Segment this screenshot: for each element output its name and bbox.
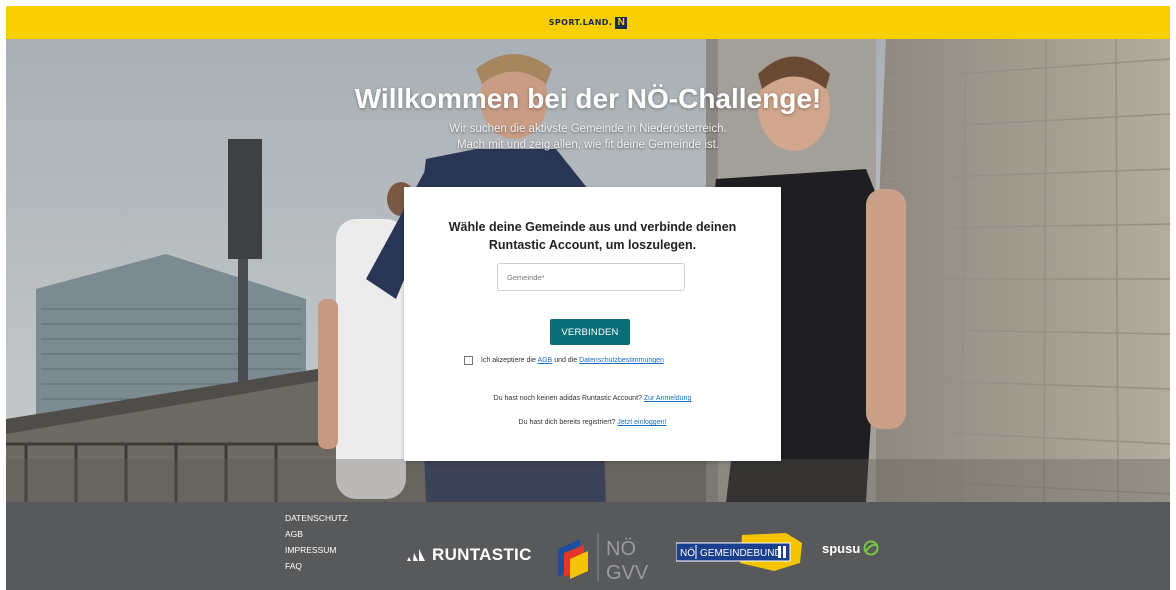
- noe-gemeindebund-logo[interactable]: NÖ GEMEINDEBUND: [675, 533, 806, 576]
- gvv-line2: GVV: [606, 562, 649, 583]
- card-title: Wähle deine Gemeinde aus und verbinde de…: [448, 220, 737, 252]
- sportland-logo[interactable]: SPORT.LAND. N: [548, 16, 628, 29]
- no-account-row: Du hast noch keinen adidas Runtastic Acc…: [404, 395, 781, 402]
- consent-prefix: Ich akzeptiere die: [481, 357, 536, 364]
- gvv-line1: NÖ: [606, 538, 636, 560]
- hero-title: Willkommen bei der NÖ-Challenge!: [354, 83, 822, 114]
- registered-row: Du hast dich bereits registriert? Jetzt …: [404, 419, 781, 426]
- register-link[interactable]: Zur Anmeldung: [644, 395, 691, 402]
- spusu-logo[interactable]: spusu: [822, 540, 879, 556]
- noe-gvv-logo[interactable]: NÖ GVV: [554, 531, 666, 588]
- connect-card: Wähle deine Gemeinde aus und verbinde de…: [404, 187, 781, 461]
- login-link[interactable]: Jetzt einloggen!: [617, 419, 666, 426]
- adidas-icon: [407, 549, 425, 561]
- hero-section: Willkommen bei der NÖ-Challenge! Wir suc…: [6, 39, 1170, 502]
- gemeindebund-part1: NÖ: [680, 547, 695, 559]
- runtastic-logo[interactable]: RUNTASTIC: [406, 545, 532, 565]
- hero-subtitle: Wir suchen die aktivste Gemeinde in Nied…: [6, 121, 1170, 153]
- consent-text: Ich akzeptiere die AGB und die Datenschu…: [481, 357, 664, 364]
- page-frame: SPORT.LAND. N Willkommen bei der NÖ-Chal…: [6, 6, 1170, 590]
- footer: DATENSCHUTZ AGB IMPRESSUM FAQ RUNTASTIC …: [6, 502, 1170, 590]
- noe-gvv-logo-graphic: NÖ GVV: [558, 533, 649, 584]
- consent-row: Ich akzeptiere die AGB und die Datenschu…: [464, 356, 744, 365]
- connect-button[interactable]: VERBINDEN: [550, 319, 630, 345]
- brand-text: SPORT.LAND.: [548, 18, 613, 27]
- top-bar: SPORT.LAND. N: [6, 6, 1170, 39]
- footer-link-impressum[interactable]: IMPRESSUM: [285, 544, 348, 556]
- municipality-input[interactable]: [497, 263, 685, 291]
- hero-subtitle-line2: Mach mit und zeig allen, wie fit deine G…: [456, 139, 720, 151]
- brand-logo-icon: N: [615, 16, 628, 29]
- footer-links: DATENSCHUTZ AGB IMPRESSUM FAQ: [285, 512, 348, 572]
- spusu-logo-text: spusu: [822, 540, 861, 556]
- agb-link[interactable]: AGB: [537, 357, 552, 364]
- consent-middle: und die: [554, 357, 578, 364]
- footer-link-faq[interactable]: FAQ: [285, 560, 348, 572]
- gemeindebund-logo-graphic: NÖ GEMEINDEBUND: [675, 533, 802, 571]
- footer-link-agb[interactable]: AGB: [285, 528, 348, 540]
- footer-link-datenschutz[interactable]: DATENSCHUTZ: [285, 512, 348, 524]
- hero-subtitle-line1: Wir suchen die aktivste Gemeinde in Nied…: [449, 123, 727, 135]
- spusu-leaf-icon: [863, 540, 879, 556]
- gemeindebund-part2: GEMEINDEBUND: [700, 548, 782, 559]
- runtastic-logo-text: RUNTASTIC: [432, 545, 532, 564]
- no-account-text: Du hast noch keinen adidas Runtastic Acc…: [493, 395, 642, 402]
- registered-text: Du hast dich bereits registriert?: [518, 419, 616, 426]
- consent-checkbox[interactable]: [464, 356, 473, 365]
- privacy-link[interactable]: Datenschutzbestimmungen: [579, 357, 664, 364]
